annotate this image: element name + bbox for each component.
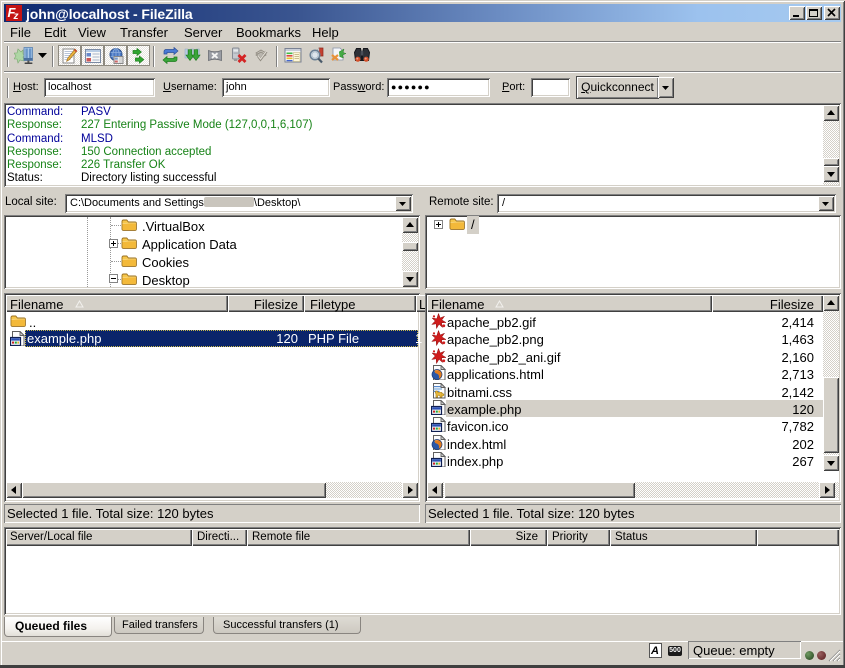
svg-text:z: z	[13, 11, 19, 21]
